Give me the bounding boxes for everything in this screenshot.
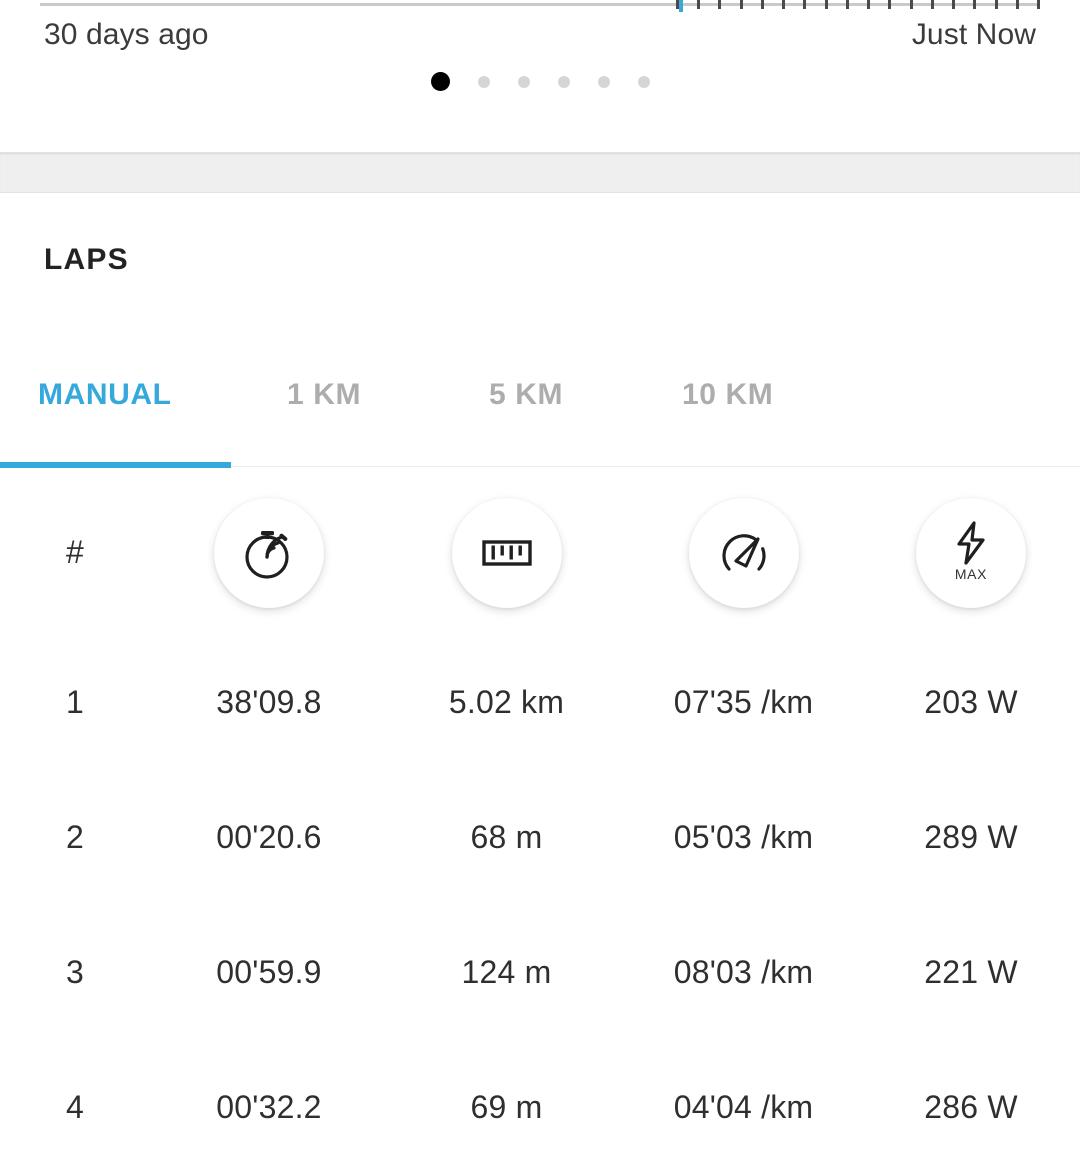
pagination-dot-3[interactable]	[517, 75, 530, 88]
lap-index: 1	[66, 684, 84, 720]
lap-power: 203 W	[924, 684, 1018, 720]
lap-pace: 04'04 /km	[673, 1089, 814, 1125]
column-header-duration	[150, 497, 388, 608]
column-header-index: #	[0, 534, 150, 571]
pagination-dot-2[interactable]	[477, 75, 490, 88]
lap-distance: 68 m	[470, 819, 543, 855]
lap-power: 286 W	[924, 1089, 1018, 1125]
tab-manual[interactable]: MANUAL	[38, 378, 172, 412]
lap-index: 4	[66, 1089, 84, 1125]
speedometer-icon	[688, 497, 799, 608]
table-row[interactable]: 2 00'20.6 68 m 05'03 /km 289 W	[0, 770, 1080, 905]
lap-duration: 00'20.6	[216, 819, 322, 855]
stopwatch-icon	[214, 497, 324, 608]
table-row[interactable]: 4 00'32.2 69 m 04'04 /km 286 W	[0, 1040, 1080, 1172]
lap-pace: 05'03 /km	[673, 819, 814, 855]
laps-screen: 30 days ago Just Now LAPS MANUAL 1 KM 5 …	[0, 0, 1080, 1172]
pagination-dot-4[interactable]	[557, 75, 570, 88]
lap-distance: 5.02 km	[448, 684, 565, 720]
table-row[interactable]: 3 00'59.9 124 m 08'03 /km 221 W	[0, 905, 1080, 1040]
chart-tick-marks	[676, 0, 1040, 10]
tab-5km[interactable]: 5 KM	[489, 378, 563, 412]
section-separator-band	[0, 152, 1080, 193]
lap-mode-tabs: MANUAL 1 KM 5 KM 10 KM	[0, 378, 1080, 470]
laps-table: # MAX 1 38'09.8 5.02 km 07'35 /km 203 W …	[0, 470, 1080, 1172]
lap-duration: 00'59.9	[216, 954, 322, 990]
lap-index: 3	[66, 954, 84, 990]
tab-1km[interactable]: 1 KM	[287, 378, 361, 412]
carousel-pagination[interactable]	[0, 72, 1080, 91]
pagination-dot-5[interactable]	[597, 75, 610, 88]
lap-power: 221 W	[924, 954, 1018, 990]
ruler-icon	[451, 497, 562, 608]
column-header-pace	[625, 497, 862, 608]
pagination-dot-1[interactable]	[430, 72, 450, 91]
lightning-bolt-icon: MAX	[916, 497, 1026, 608]
timeline-start-label: 30 days ago	[44, 18, 209, 51]
chart-selection-marker	[679, 0, 683, 12]
lap-pace: 07'35 /km	[673, 684, 814, 720]
page-title: LAPS	[44, 243, 129, 276]
tab-10km[interactable]: 10 KM	[682, 378, 773, 412]
lap-index: 2	[66, 819, 84, 855]
column-header-distance	[388, 497, 625, 608]
activity-chart-remnant	[0, 0, 1080, 12]
active-tab-indicator	[0, 462, 231, 468]
lap-duration: 38'09.8	[216, 684, 322, 720]
timeline-range: 30 days ago Just Now	[0, 18, 1080, 60]
lap-duration: 00'32.2	[216, 1089, 322, 1125]
lap-distance: 124 m	[461, 954, 552, 990]
lap-distance: 69 m	[470, 1089, 543, 1125]
column-header-power: MAX	[862, 497, 1080, 608]
pagination-dot-6[interactable]	[637, 75, 650, 88]
timeline-end-label: Just Now	[911, 18, 1036, 51]
laps-table-header: # MAX	[0, 470, 1080, 635]
lap-power: 289 W	[924, 819, 1018, 855]
power-max-label: MAX	[954, 566, 988, 582]
hash-symbol: #	[66, 534, 84, 570]
lap-pace: 08'03 /km	[673, 954, 814, 990]
table-row[interactable]: 1 38'09.8 5.02 km 07'35 /km 203 W	[0, 635, 1080, 770]
